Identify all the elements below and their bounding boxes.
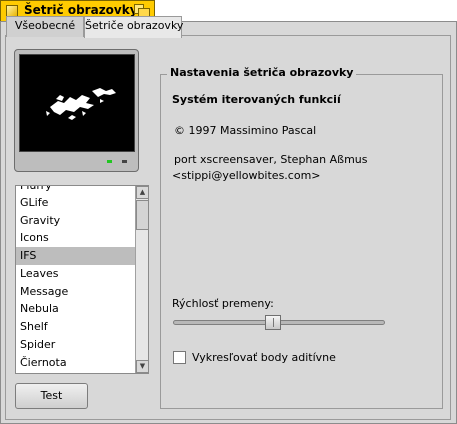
list-item[interactable]: Leaves [16,265,138,283]
tab-general[interactable]: Všeobecné [6,16,84,37]
copyright-text: © 1997 Massimino Pascal [174,124,317,137]
additive-label: Vykresľovať body aditívne [192,351,336,364]
port-email-text: <stippi@yellowbites.com> [172,169,321,182]
test-button[interactable]: Test [15,383,88,409]
scroll-down-icon[interactable]: ▼ [136,360,148,373]
preview-screen [19,54,135,152]
list-item[interactable]: Čiernota [16,354,138,372]
window-title: Šetrič obrazovky [24,3,138,17]
scroll-up-icon[interactable]: ▲ [136,186,148,199]
additive-checkbox[interactable] [173,351,186,364]
list-item[interactable]: Gravity [16,212,138,230]
screensaver-list[interactable]: Flurry GLife Gravity Icons IFS Leaves Me… [15,185,149,374]
settings-group-title: Nastavenia šetriča obrazovky [167,66,357,79]
list-item-selected[interactable]: IFS [16,247,138,265]
speed-label: Rýchlosť premeny: [172,297,274,310]
tab-screensavers[interactable]: Šetriče obrazovky [84,16,183,38]
list-item[interactable]: Message [16,283,138,301]
list-item[interactable]: Spider [16,336,138,354]
preview-monitor [14,49,139,172]
ifs-fractal-preview [46,88,116,120]
list-item[interactable]: GLife [16,194,138,212]
list-item[interactable]: Icons [16,229,138,247]
list-scrollbar[interactable]: ▲ ▼ [135,186,148,373]
scrollbar-thumb[interactable] [136,200,148,230]
list-item[interactable]: Nebula [16,300,138,318]
screensaver-name: Systém iterovaných funkcií [172,93,341,106]
list-item[interactable]: Shelf [16,318,138,336]
port-credit-text: port xscreensaver, Stephan Aßmus [174,153,368,166]
power-led-icon [107,160,112,163]
speed-slider-thumb[interactable] [265,315,282,330]
status-led-icon [122,160,127,163]
